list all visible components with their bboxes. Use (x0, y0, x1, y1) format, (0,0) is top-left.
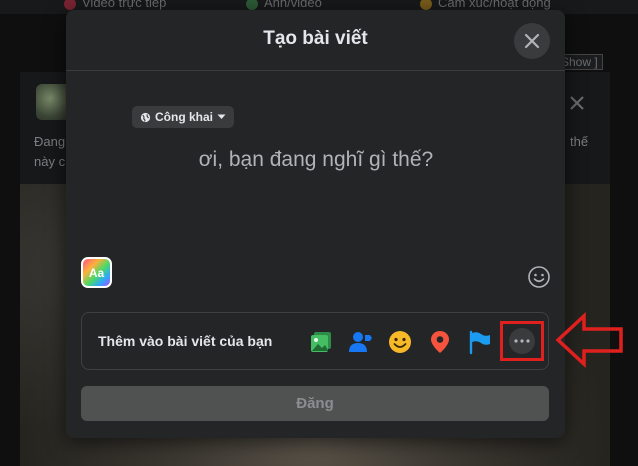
flag-icon[interactable] (467, 329, 493, 355)
bg-feeling-label: Cảm xúc/hoạt động (438, 0, 551, 10)
bg-photo-video-item: Ảnh/video (246, 0, 322, 10)
photo-icon[interactable] (308, 329, 334, 355)
privacy-label: Công khai (155, 110, 214, 124)
globe-icon (140, 112, 151, 122)
add-to-post-label: Thêm vào bài viết của bạn (98, 333, 273, 349)
more-dots-icon (509, 328, 535, 354)
bg-close-icon (570, 96, 584, 110)
dialog-title: Tạo bài viết (263, 28, 368, 49)
emoji-picker-icon[interactable] (527, 265, 551, 289)
smile-icon[interactable] (387, 329, 413, 355)
bg-live-video-item: Video trực tiếp (64, 0, 166, 10)
header-divider (66, 70, 565, 71)
post-button[interactable]: Đăng (81, 386, 549, 421)
add-to-post-bar: Thêm vào bài viết của bạn (81, 312, 549, 370)
bg-photo-video-label: Ảnh/video (264, 0, 322, 10)
feeling-icon (420, 0, 432, 10)
caret-down-icon (217, 114, 226, 119)
create-post-dialog: Tạo bài viết Công khai ơi, bạn đang nghĩ… (66, 10, 565, 438)
more-options-button[interactable] (500, 321, 544, 361)
live-video-icon (64, 0, 76, 10)
tag-people-icon[interactable] (347, 329, 373, 355)
bg-post-text-1: Đang (34, 134, 66, 149)
red-arrow-annotation-icon (556, 312, 623, 368)
privacy-selector[interactable]: Công khai (132, 106, 235, 128)
close-button[interactable] (514, 23, 550, 59)
location-pin-icon[interactable] (427, 329, 453, 355)
bg-feeling-item: Cảm xúc/hoạt động (420, 0, 551, 10)
bg-post-text-right: thế (570, 134, 589, 149)
photo-icon (246, 0, 258, 10)
composer-textarea[interactable] (126, 142, 506, 232)
text-style-label: Aa (88, 265, 105, 280)
bg-post-text-2: này c (34, 154, 66, 169)
bg-live-video-label: Video trực tiếp (82, 0, 167, 10)
close-icon (524, 33, 540, 49)
text-background-button[interactable]: Aa (81, 257, 112, 288)
